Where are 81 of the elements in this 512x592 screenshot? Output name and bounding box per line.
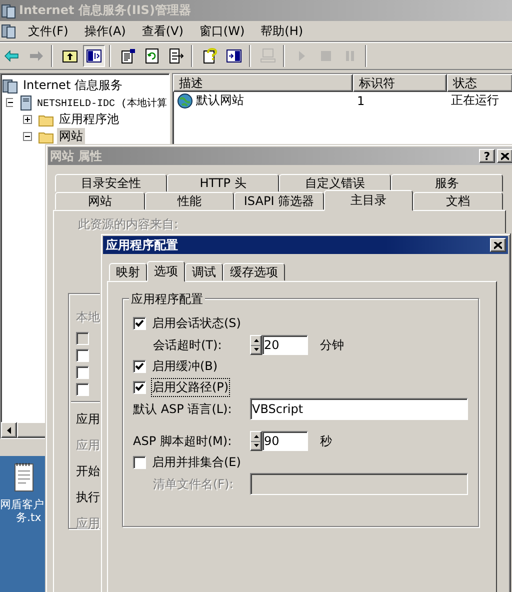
tab[interactable]: 选项 — [147, 261, 185, 282]
checkbox[interactable] — [76, 366, 89, 379]
panel-toggle-icon[interactable] — [83, 45, 105, 67]
tab[interactable]: 主目录 — [324, 190, 414, 211]
checkbox[interactable] — [133, 381, 146, 394]
number-field[interactable]: 20 — [262, 335, 308, 355]
checkbox-label: 启用父路径(P) — [152, 379, 229, 396]
window-title: 应用程序配置 — [106, 236, 179, 254]
computer-icon — [19, 94, 32, 110]
tab[interactable]: 自定义错误 — [279, 174, 391, 192]
field-label: 应用 — [76, 436, 100, 454]
menu-item[interactable]: 窗口(W) — [192, 22, 252, 40]
collapse-icon[interactable] — [6, 98, 14, 107]
tab[interactable]: 缓存选项 — [223, 263, 285, 281]
tree-item[interactable]: Internet 信息服务 — [21, 77, 124, 94]
close-button[interactable] — [490, 238, 506, 252]
field-label: 应用 — [76, 410, 100, 428]
field-label: 执行 — [76, 488, 100, 506]
checkbox[interactable] — [76, 383, 89, 396]
table-cell: 默认网站 — [196, 92, 244, 109]
tree-item[interactable]: NETSHIELD-IDC (本地计算 — [34, 96, 169, 110]
spin-buttons[interactable] — [250, 335, 262, 355]
field-label: 默认 ASP 语言(L): — [133, 400, 233, 418]
menu-item[interactable]: 帮助(H) — [254, 22, 310, 40]
file-label: 务.tx — [16, 511, 42, 524]
checkbox-label: 启用缓冲(B) — [152, 358, 218, 375]
table-cell: 正在运行 — [451, 92, 499, 109]
field-label: 应用 — [76, 514, 100, 532]
tab[interactable]: 性能 — [144, 192, 234, 210]
checkbox[interactable] — [133, 456, 146, 469]
scroll-left-icon — [7, 426, 11, 434]
close-icon — [501, 152, 509, 160]
field-label: 会话超时(T): — [153, 336, 223, 354]
field-label: 开始 — [76, 462, 100, 480]
window-title: Internet 信息服务(IIS)管理器 — [19, 2, 191, 19]
menu-item[interactable]: 操作(A) — [77, 22, 133, 40]
server-stack-icon — [2, 78, 18, 94]
checkbox[interactable] — [76, 349, 89, 362]
checkbox-label: 启用并排集合(E) — [152, 454, 241, 471]
folder-icon — [38, 130, 54, 144]
field-label: ASP 脚本超时(M): — [133, 432, 233, 450]
menu-item[interactable]: 文件(F) — [21, 22, 76, 40]
number-field[interactable]: 90 — [262, 431, 308, 451]
checkbox-label: 启用会话状态(S) — [152, 315, 241, 332]
tab[interactable]: 目录安全性 — [55, 174, 167, 192]
table-cell: 1 — [357, 94, 365, 108]
checkbox[interactable] — [133, 317, 146, 330]
column-header[interactable]: 标识符 — [353, 74, 447, 92]
field-label: 清单文件名(F): — [153, 476, 234, 492]
tab[interactable]: 映射 — [109, 263, 147, 281]
spin-buttons[interactable] — [250, 431, 262, 451]
section-label: 此资源的内容来自: — [78, 216, 178, 233]
tab[interactable]: 网站 — [55, 192, 145, 210]
column-header[interactable]: 描述 — [173, 74, 353, 92]
tree-item[interactable]: 应用程序池 — [57, 111, 121, 128]
tab[interactable]: 文档 — [413, 192, 503, 210]
app-icon — [1, 2, 16, 18]
folder-icon — [38, 112, 54, 126]
tab[interactable]: ISAPI 筛选器 — [234, 192, 324, 210]
column-header[interactable]: 状态 — [447, 74, 512, 92]
unit-label: 分钟 — [320, 336, 344, 354]
collapse-icon[interactable] — [23, 132, 32, 141]
globe-icon — [177, 92, 193, 108]
close-button[interactable] — [497, 149, 512, 163]
field-label: 本地 — [76, 308, 100, 326]
checkbox[interactable] — [133, 360, 146, 373]
group-title: 应用程序配置 — [129, 291, 205, 308]
tab[interactable]: 调试 — [185, 263, 223, 281]
file-label: 网盾客户 — [0, 498, 45, 511]
expand-icon[interactable] — [23, 115, 32, 124]
notepad-file-icon[interactable] — [14, 462, 34, 492]
input-field[interactable]: VBScript — [250, 398, 468, 420]
close-icon — [494, 242, 502, 248]
tree-item[interactable]: 网站 — [57, 128, 85, 145]
tab[interactable]: HTTP 头 — [167, 174, 279, 192]
help-button[interactable]: ? — [479, 149, 495, 163]
unit-label: 秒 — [320, 432, 332, 450]
window-title: 网站 属性 — [50, 148, 104, 164]
menu-item[interactable]: 查看(V) — [134, 22, 190, 40]
console-icon[interactable] — [1, 23, 17, 39]
tab[interactable]: 服务 — [391, 174, 503, 192]
